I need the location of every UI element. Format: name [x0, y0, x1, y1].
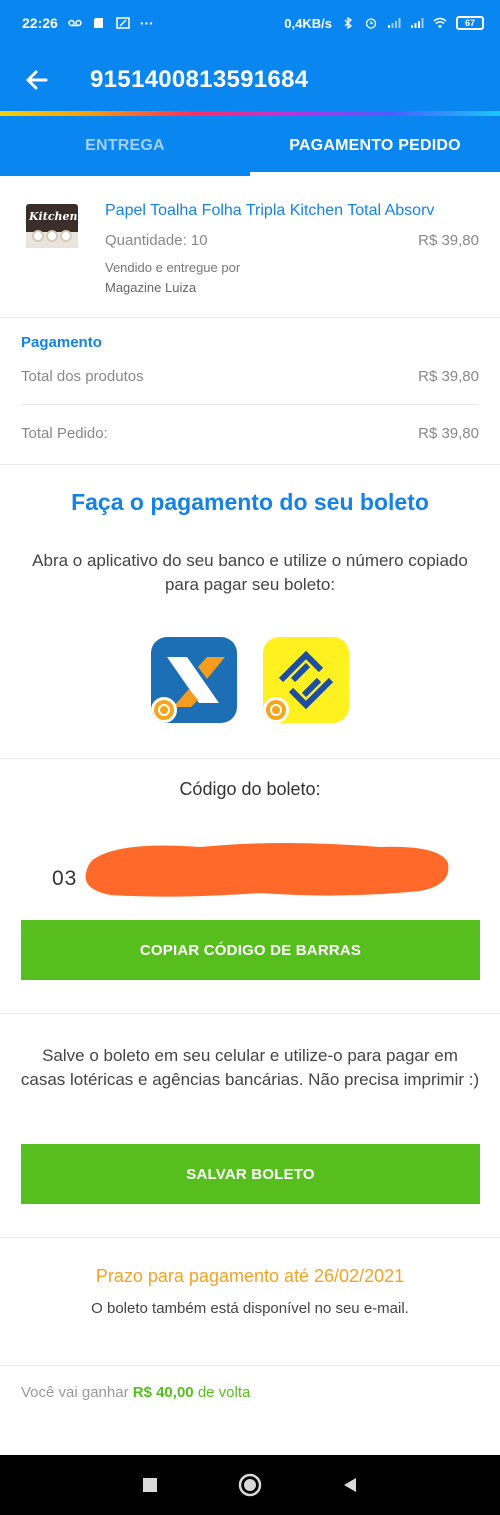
network-speed: 0,4KB/s	[284, 15, 332, 31]
total-products-row: Total dos produtos R$ 39,80	[21, 368, 479, 385]
recents-button[interactable]	[130, 1465, 170, 1505]
email-availability-text: O boleto também está disponível no seu e…	[91, 1300, 409, 1317]
paper-roll-icon	[60, 230, 72, 242]
total-order-value: R$ 39,80	[418, 425, 479, 442]
payment-title: Pagamento	[21, 334, 102, 351]
bluetooth-icon	[344, 17, 353, 29]
total-order-row: Total Pedido: R$ 39,80	[21, 425, 479, 442]
product-quantity: Quantidade: 10	[105, 232, 208, 249]
app-bar: 9151400813591684	[0, 46, 500, 114]
redaction-scribble	[85, 843, 449, 897]
total-order-label: Total Pedido:	[21, 425, 108, 442]
square-icon	[143, 1478, 157, 1492]
thumbnail-brand: Kitchen	[29, 210, 78, 223]
battery-icon: 67	[456, 16, 484, 30]
barcode-number: 03	[52, 867, 78, 890]
deadline-section: Prazo para pagamento até 26/02/2021 O bo…	[0, 1238, 500, 1366]
product-item[interactable]: Kitchen Papel Toalha Folha Tripla Kitche…	[0, 176, 500, 318]
triangle-back-icon	[344, 1478, 356, 1492]
copy-barcode-button[interactable]: COPIAR CÓDIGO DE BARRAS	[21, 920, 480, 980]
paper-roll-icon	[46, 230, 58, 242]
wifi-icon	[433, 17, 447, 28]
notification-app-icon	[116, 17, 130, 29]
boleto-section: Faça o pagamento do seu boleto Abra o ap…	[0, 465, 500, 759]
back-button[interactable]	[22, 65, 52, 95]
tab-bar: ENTREGA PAGAMENTO PEDIDO	[0, 116, 500, 176]
cashback-amount: R$ 40,00	[132, 1384, 194, 1401]
save-boleto-section: Salve o boleto em seu celular e utilize-…	[0, 1014, 500, 1238]
status-time: 22:26	[22, 15, 58, 31]
payment-summary: Pagamento Total dos produtos R$ 39,80 To…	[0, 318, 500, 465]
save-boleto-text: Salve o boleto em seu celular e utilize-…	[20, 1046, 480, 1089]
sd-card-icon	[93, 18, 103, 28]
signal-icon	[388, 18, 401, 28]
divider	[21, 404, 479, 405]
total-products-value: R$ 39,80	[418, 368, 479, 385]
barcode-section: Código do boleto: 03 COPIAR CÓDIGO DE BA…	[0, 759, 500, 1014]
paper-roll-icon	[32, 230, 44, 242]
total-products-label: Total dos produtos	[21, 368, 144, 385]
cashback-prefix: Você vai ganhar	[21, 1384, 129, 1401]
order-number-title: 9151400813591684	[90, 66, 309, 93]
link-badge-icon	[263, 697, 289, 723]
status-more: ···	[139, 15, 154, 31]
alarm-icon	[365, 18, 377, 29]
status-bar: 22:26 ··· 0,4KB/s 67	[0, 0, 500, 46]
banco-do-brasil-app-icon[interactable]	[263, 637, 349, 723]
cashback-info: Você vai ganhar R$ 40,00 de volta	[21, 1384, 250, 1401]
circle-icon	[238, 1473, 262, 1497]
boleto-instructions: Abra o aplicativo do seu banco e utilize…	[32, 551, 468, 594]
sold-by-label: Vendido e entregue por	[105, 260, 241, 275]
boleto-title: Faça o pagamento do seu boleto	[71, 489, 429, 515]
cashback-suffix: de volta	[197, 1384, 251, 1401]
product-price: R$ 39,80	[418, 232, 479, 249]
barcode-label: Código do boleto:	[179, 779, 321, 799]
arrow-left-icon	[26, 70, 48, 90]
signal-2-icon	[411, 18, 424, 28]
seller-name: Magazine Luiza	[105, 280, 197, 295]
deadline-title: Prazo para pagamento até 26/02/2021	[95, 1266, 405, 1286]
save-boleto-button[interactable]: SALVAR BOLETO	[21, 1144, 480, 1204]
link-badge-icon	[151, 697, 177, 723]
product-name[interactable]: Papel Toalha Folha Tripla Kitchen Total …	[105, 202, 485, 220]
tab-pagamento-pedido[interactable]: PAGAMENTO PEDIDO	[250, 116, 500, 176]
tab-entrega[interactable]: ENTREGA	[0, 116, 250, 176]
home-button[interactable]	[230, 1465, 270, 1505]
system-navigation-bar	[0, 1455, 500, 1515]
product-thumbnail: Kitchen	[26, 204, 78, 248]
back-nav-button[interactable]	[330, 1465, 370, 1505]
voicemail-icon	[68, 19, 82, 27]
caixa-app-icon[interactable]	[151, 637, 237, 723]
